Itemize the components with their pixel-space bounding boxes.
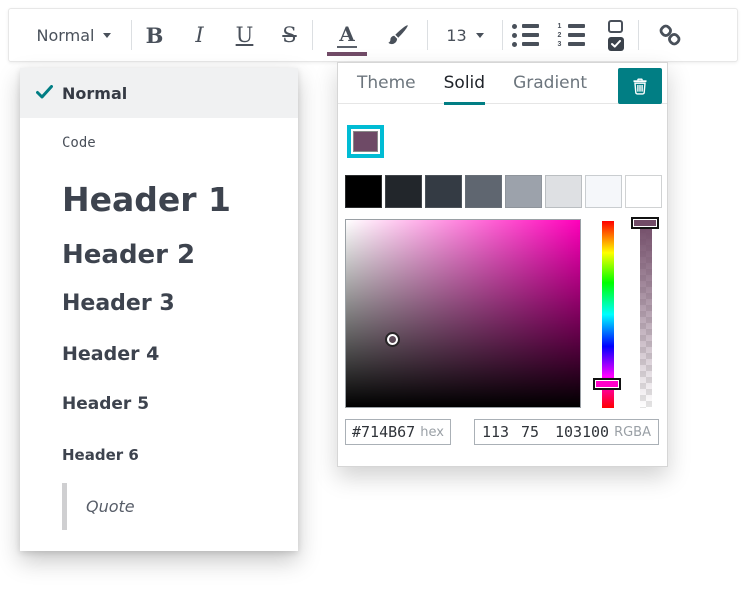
rgba-input[interactable]: 113 75 103 100 RGBA <box>474 419 659 445</box>
gray-swatch-4[interactable] <box>465 175 502 208</box>
bold-glyph: B <box>146 23 164 48</box>
rgba-alpha-value: 100 <box>582 423 609 441</box>
gray-swatch-6[interactable] <box>545 175 582 208</box>
menu-item-header3[interactable]: Header 3 <box>20 278 298 328</box>
menu-item-label: Header 4 <box>62 343 159 365</box>
menu-item-label: Header 2 <box>62 240 195 270</box>
numbered-list-button[interactable]: 1 2 3 <box>548 13 593 57</box>
gray-swatch-1[interactable] <box>345 175 382 208</box>
grayscale-swatch-row <box>345 175 662 208</box>
font-size-dropdown[interactable]: 13 <box>433 13 497 57</box>
caret-down-icon <box>476 33 484 38</box>
font-size-value: 13 <box>446 26 466 45</box>
menu-item-label: Header 6 <box>62 446 139 464</box>
menu-item-label: Normal <box>62 84 127 103</box>
insert-link-button[interactable] <box>644 13 696 57</box>
reset-color-button[interactable] <box>618 68 662 104</box>
toolbar-separator <box>427 20 428 50</box>
menu-item-label: Code <box>62 135 96 151</box>
underline-button[interactable]: U <box>222 13 267 57</box>
tab-label: Gradient <box>513 73 587 93</box>
gray-swatch-2[interactable] <box>385 175 422 208</box>
hue-cursor[interactable] <box>593 378 621 390</box>
hex-value: #714B67 <box>352 423 415 441</box>
alpha-cursor[interactable] <box>631 217 659 229</box>
menu-item-header6[interactable]: Header 6 <box>20 429 298 481</box>
check-square-icon <box>608 20 624 51</box>
menu-item-normal[interactable]: Normal <box>20 68 298 118</box>
hex-input[interactable]: #714B67 hex <box>345 419 451 445</box>
gray-swatch-3[interactable] <box>425 175 462 208</box>
tab-label: Solid <box>444 73 485 93</box>
rgba-blue-value: 103 <box>555 423 582 441</box>
menu-item-quote[interactable]: Quote <box>20 481 298 531</box>
rgba-unit-label: RGBA <box>614 425 651 440</box>
rgba-red-value: 113 <box>482 423 521 441</box>
chain-link-icon <box>657 22 683 48</box>
underline-glyph: U <box>236 23 254 47</box>
bullet-list-button[interactable] <box>503 13 548 57</box>
checkmark-icon <box>36 85 53 99</box>
paragraph-style-dropdown[interactable]: Normal <box>9 13 131 57</box>
tab-gradient[interactable]: Gradient <box>513 63 587 105</box>
tab-theme[interactable]: Theme <box>357 63 416 105</box>
saturation-cursor[interactable] <box>385 332 400 347</box>
menu-item-label: Header 5 <box>62 394 149 414</box>
checklist-button[interactable] <box>593 13 638 57</box>
alpha-slider[interactable] <box>640 221 652 408</box>
menu-item-header2[interactable]: Header 2 <box>20 231 298 278</box>
italic-button[interactable]: I <box>177 13 222 57</box>
tab-solid[interactable]: Solid <box>444 63 485 105</box>
gray-swatch-5[interactable] <box>505 175 542 208</box>
highlight-color-button[interactable] <box>375 13 421 57</box>
caret-down-icon <box>103 33 111 38</box>
menu-item-code[interactable]: Code <box>20 118 298 167</box>
gray-swatch-8[interactable] <box>625 175 662 208</box>
editor-toolbar: Normal B I U S A 13 1 <box>8 8 738 62</box>
saturation-value-area[interactable] <box>345 219 581 408</box>
color-picker-tabs: Theme Solid Gradient <box>338 63 667 104</box>
bold-button[interactable]: B <box>132 13 177 57</box>
list-ul-icon <box>512 24 539 47</box>
hex-unit-label: hex <box>420 425 444 440</box>
menu-item-label: Header 1 <box>62 180 231 219</box>
list-ol-icon: 1 2 3 <box>557 24 585 47</box>
menu-item-label: Quote <box>86 497 135 516</box>
paint-brush-icon <box>386 23 410 47</box>
menu-item-header4[interactable]: Header 4 <box>20 328 298 379</box>
toolbar-separator <box>638 20 639 50</box>
strikethrough-button[interactable]: S <box>267 13 312 57</box>
italic-glyph: I <box>195 23 203 47</box>
paragraph-style-menu: Normal Code Header 1 Header 2 Header 3 H… <box>20 68 298 551</box>
gray-swatch-7[interactable] <box>585 175 622 208</box>
color-picker-panel: Theme Solid Gradient <box>337 62 668 467</box>
strikethrough-glyph: S <box>282 23 296 47</box>
selected-color-swatch[interactable] <box>347 125 384 158</box>
font-color-letter: A <box>337 23 357 48</box>
menu-item-header5[interactable]: Header 5 <box>20 379 298 429</box>
paragraph-style-label: Normal <box>37 26 95 45</box>
toolbar-separator <box>312 20 313 50</box>
tab-label: Theme <box>357 73 416 93</box>
quote-bar <box>62 483 67 530</box>
font-color-indicator <box>327 52 367 56</box>
trash-icon <box>632 78 648 95</box>
menu-item-header1[interactable]: Header 1 <box>20 167 298 231</box>
menu-item-label: Header 3 <box>62 291 175 316</box>
rgba-green-value: 75 <box>521 423 555 441</box>
hue-slider[interactable] <box>602 221 614 408</box>
selected-color-fill <box>353 131 378 152</box>
font-color-button[interactable]: A <box>325 13 369 57</box>
